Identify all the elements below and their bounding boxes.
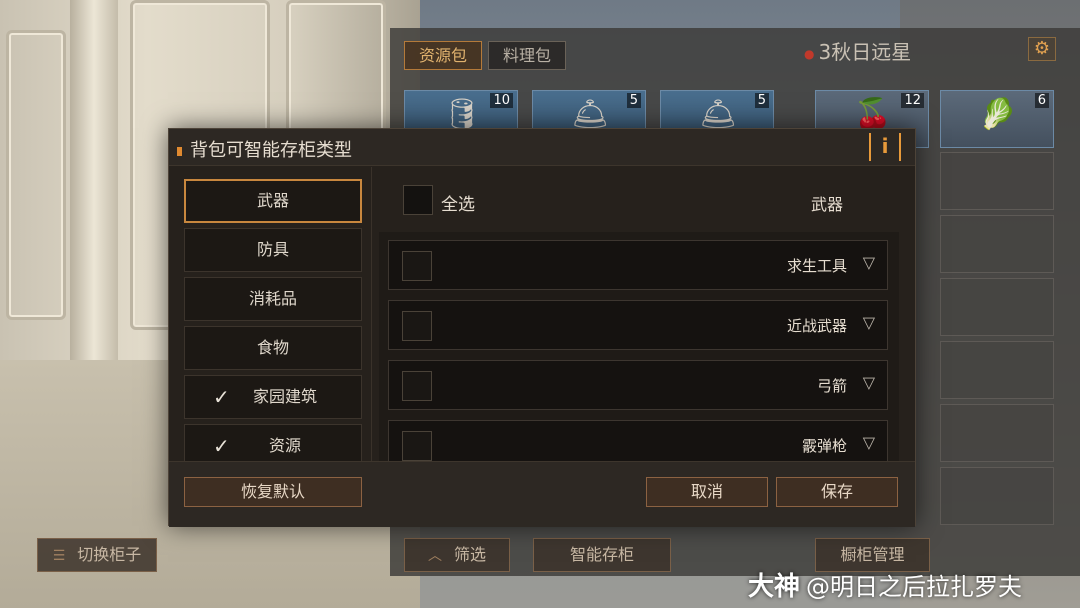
lamp-icon: 🛎 (571, 97, 610, 132)
title-accent (177, 146, 182, 156)
switch-cabinet-label: 切换柜子 (77, 545, 142, 564)
category-list: 武器 防具 消耗品 食物 ✓ 家园建筑 ✓ 资源 (184, 179, 362, 469)
status-dot-icon: ● (804, 46, 815, 61)
category-label: 资源 (268, 436, 301, 455)
switch-icon: ☰ (52, 548, 66, 564)
item-count: 6 (1034, 93, 1049, 108)
category-food[interactable]: 食物 (184, 326, 362, 370)
dialog-footer: 恢复默认 取消 保存 (169, 461, 915, 527)
chevron-down-icon[interactable]: ▽ (863, 253, 875, 272)
category-label: 防具 (256, 240, 289, 259)
cancel-button[interactable]: 取消 (646, 477, 768, 507)
cabinet-title: ● 3秋日远星 (804, 36, 911, 65)
chevron-up-icon: ︿ (427, 548, 442, 564)
reset-default-button[interactable]: 恢复默认 (184, 477, 362, 507)
cabinet-slot-empty[interactable] (940, 278, 1054, 336)
cabinet-name: 3秋日远星 (818, 40, 912, 64)
category-label: 家园建筑 (252, 387, 317, 406)
subcategory-label: 近战武器 (786, 317, 847, 335)
cabinet-slot-empty[interactable] (940, 152, 1054, 210)
fuel-can-icon: 🛢 (443, 97, 482, 132)
category-label: 食物 (256, 338, 289, 357)
dialog-title-text: 背包可智能存柜类型 (190, 140, 352, 161)
item-count: 5 (754, 93, 769, 108)
subcategory-checkbox[interactable] (402, 371, 432, 401)
subcategory-checkbox[interactable] (402, 311, 432, 341)
checkmark-icon: ✓ (213, 434, 230, 458)
category-home-building[interactable]: ✓ 家园建筑 (184, 375, 362, 419)
category-armor[interactable]: 防具 (184, 228, 362, 272)
watermark: 大神 @明日之后拉扎罗夫 (748, 566, 1022, 603)
tab-resource-pack[interactable]: 资源包 (404, 41, 483, 70)
dialog-title: 背包可智能存柜类型 (177, 136, 352, 162)
subcategory-label: 求生工具 (786, 257, 847, 275)
subcategory-checkbox[interactable] (402, 251, 432, 281)
dashen-logo: 大神 (748, 572, 801, 602)
subcategory-checkbox[interactable] (402, 431, 432, 461)
panel-divider (371, 167, 372, 461)
subcategory-label: 弓箭 (816, 377, 847, 395)
cabinet-slot[interactable]: 🥬 6 (940, 90, 1054, 148)
select-all-label: 全选 (441, 195, 475, 215)
cabinet-slot-empty[interactable] (940, 341, 1054, 399)
wall-panel-left (6, 30, 66, 320)
select-all-checkbox[interactable] (403, 185, 433, 215)
subcategory-row[interactable]: 弓箭 ▽ (388, 360, 888, 410)
storage-tabs: 资源包 料理包 (404, 41, 567, 70)
berries-icon: 🍒 (854, 97, 892, 132)
item-count: 12 (901, 93, 924, 108)
smart-store-button[interactable]: 智能存柜 (533, 538, 671, 572)
category-consumables[interactable]: 消耗品 (184, 277, 362, 321)
filter-button[interactable]: ︿ 筛选 (404, 538, 510, 572)
smart-store-type-dialog: 背包可智能存柜类型 i 武器 防具 消耗品 食物 ✓ 家园建筑 ✓ 资源 全选 武器… (168, 128, 916, 527)
cabinet-slot-empty[interactable] (940, 215, 1054, 273)
item-count: 5 (626, 93, 641, 108)
subcategory-label: 霰弹枪 (801, 437, 847, 455)
chevron-down-icon[interactable]: ▽ (863, 373, 875, 392)
category-label: 消耗品 (248, 289, 297, 308)
cabinet-slot-empty[interactable] (940, 467, 1054, 525)
watermark-handle: @明日之后拉扎罗夫 (806, 573, 1023, 601)
category-resources[interactable]: ✓ 资源 (184, 424, 362, 464)
checkmark-icon: ✓ (213, 385, 230, 409)
greens-icon: 🥬 (979, 97, 1017, 132)
subcategory-row[interactable]: 求生工具 ▽ (388, 240, 888, 290)
dialog-header: 背包可智能存柜类型 i (169, 129, 915, 166)
chevron-down-icon[interactable]: ▽ (863, 433, 875, 452)
subcategory-list[interactable]: 求生工具 ▽ 近战武器 ▽ 弓箭 ▽ 霰弹枪 ▽ (379, 232, 899, 461)
cabinet-slot-empty[interactable] (940, 404, 1054, 462)
wall-column (70, 0, 118, 380)
category-weapons[interactable]: 武器 (184, 179, 362, 223)
subcategory-row[interactable]: 近战武器 ▽ (388, 300, 888, 350)
current-category-title: 武器 (811, 195, 844, 214)
item-count: 10 (490, 93, 513, 108)
lamp-icon: 🛎 (699, 97, 738, 132)
switch-cabinet-button[interactable]: ☰ 切换柜子 (37, 538, 157, 572)
tab-cooking-pack[interactable]: 料理包 (488, 41, 567, 70)
category-label: 武器 (256, 191, 289, 210)
info-icon[interactable]: i (869, 133, 901, 161)
filter-label: 筛选 (453, 545, 486, 564)
chevron-down-icon[interactable]: ▽ (863, 313, 875, 332)
subcategory-row[interactable]: 霰弹枪 ▽ (388, 420, 888, 461)
gear-icon[interactable]: ⚙ (1028, 37, 1056, 61)
save-button[interactable]: 保存 (776, 477, 898, 507)
